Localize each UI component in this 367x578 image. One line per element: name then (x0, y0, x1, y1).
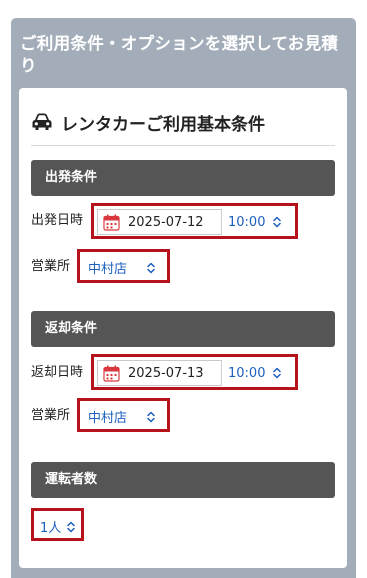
chevron-updown-icon (147, 411, 155, 422)
return-time-select[interactable]: 10:00 (228, 360, 294, 386)
divider (31, 145, 335, 146)
panel-title: ご利用条件・オプションを選択してお見積り (20, 34, 339, 75)
driver-count-value: 1人 (40, 521, 62, 536)
return-datetime-label: 返却日時 (31, 365, 84, 380)
departure-time-value: 10:00 (228, 214, 266, 230)
car-icon (32, 113, 52, 130)
card-header: レンタカーご利用基本条件 (31, 109, 265, 135)
departure-time-select[interactable]: 10:00 (228, 209, 294, 235)
chevron-updown-icon (273, 367, 282, 379)
calendar-icon (103, 365, 120, 382)
departure-office-value: 中村店 (88, 262, 128, 277)
return-section-header: 返却条件 (31, 311, 335, 347)
departure-date-input[interactable]: 2025-07-12 (97, 209, 222, 235)
chevron-updown-icon (273, 216, 282, 228)
calendar-icon (103, 214, 120, 231)
departure-office-label: 営業所 (31, 259, 71, 274)
return-office-select[interactable]: 中村店 (77, 398, 170, 432)
drivers-section-header: 運転者数 (31, 462, 335, 498)
departure-office-select[interactable]: 中村店 (77, 249, 170, 283)
driver-count-select[interactable]: 1人 (31, 508, 84, 541)
return-date-value: 2025-07-13 (128, 365, 204, 381)
card-title: レンタカーご利用基本条件 (61, 114, 265, 135)
return-date-input[interactable]: 2025-07-13 (97, 360, 222, 386)
chevron-updown-icon (147, 262, 155, 273)
return-office-value: 中村店 (88, 411, 128, 426)
departure-datetime-label: 出発日時 (31, 213, 84, 228)
chevron-updown-icon (67, 521, 76, 532)
return-time-value: 10:00 (228, 365, 266, 381)
return-datetime-group: 2025-07-13 10:00 (91, 354, 298, 390)
departure-date-value: 2025-07-12 (128, 214, 204, 230)
return-office-label: 営業所 (31, 408, 71, 423)
departure-datetime-group: 2025-07-12 10:00 (91, 203, 298, 239)
departure-section-header: 出発条件 (31, 160, 335, 196)
